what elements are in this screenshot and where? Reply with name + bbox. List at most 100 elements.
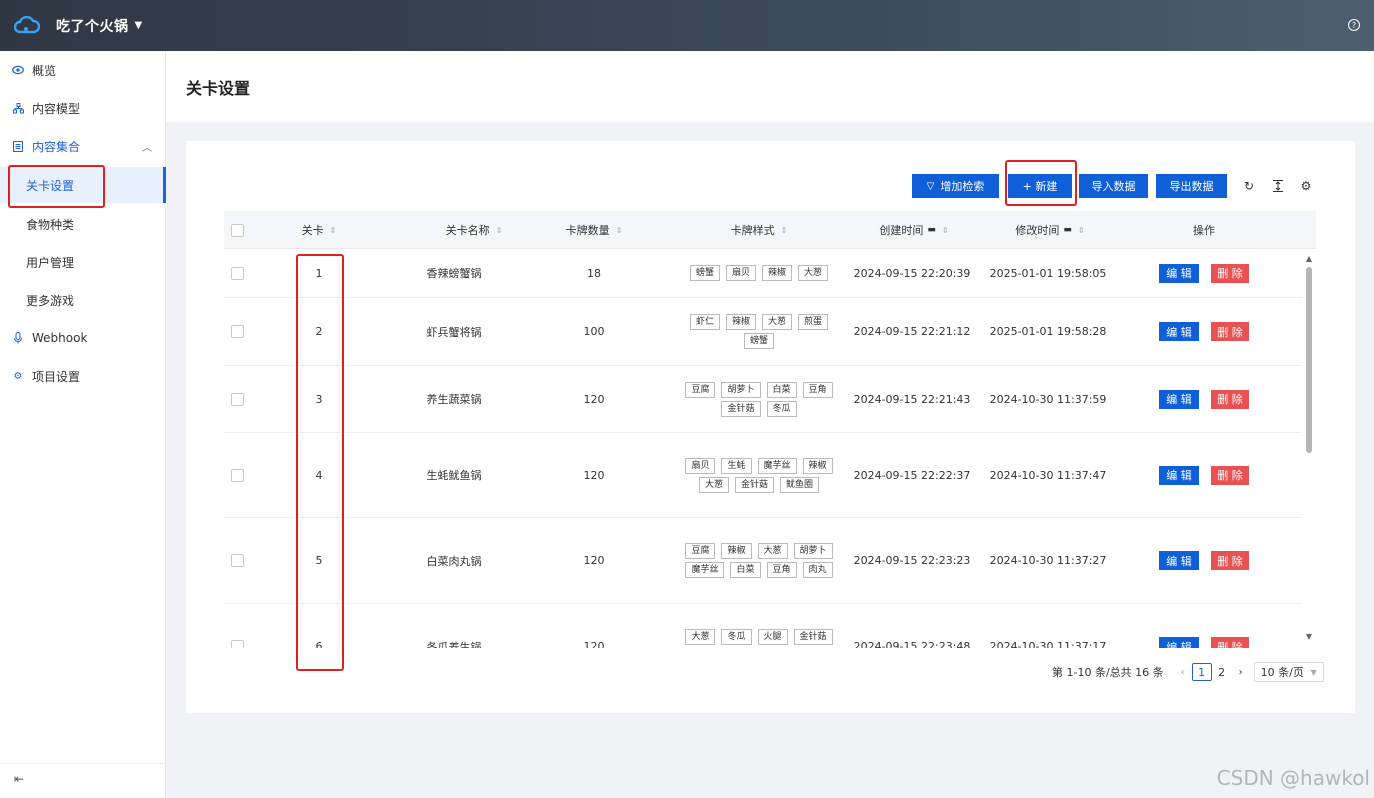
caret-down-icon[interactable]: ▼ [135,20,143,31]
column-header-created[interactable]: 创建时间 ▬ ⇕ [844,211,984,249]
card-style-cell: 螃蟹 扇贝 辣椒 大葱 [669,249,849,297]
row-checkbox[interactable] [230,640,244,648]
level-name-cell: 虾兵蟹将锅 [426,325,482,339]
modified-time-cell: 2024-10-30 11:37:17 [989,640,1107,648]
settings-icon[interactable]: ⚙ [1299,179,1313,193]
column-header-modified[interactable]: 修改时间 ▬ ⇕ [980,211,1120,249]
delete-button[interactable]: 删 除 [1211,637,1249,648]
edit-button[interactable]: 编 辑 [1159,389,1199,409]
card-style-tag: 豆腐 [685,381,716,398]
row-checkbox[interactable] [230,325,244,338]
column-header-card-style[interactable]: 卡牌样式 ⇕ [669,211,849,249]
eye-icon [12,64,24,76]
header-label: 卡牌数量 [565,224,610,237]
card-style-tag: 豆腐 [685,543,716,559]
project-name[interactable]: 吃了个火锅 [56,16,129,36]
chevron-up-icon[interactable]: ︿ [142,139,152,154]
card-style-tag: 鱿鱼圈 [780,476,820,493]
help-icon[interactable]: ? [1348,19,1360,31]
created-time-cell: 2024-09-15 22:21:43 [853,392,971,406]
edit-button[interactable]: 编 辑 [1159,263,1199,283]
column-height-icon[interactable] [1271,179,1285,193]
top-bar: 吃了个火锅 ▼ ? [0,0,1374,51]
sort-icon[interactable]: ⇕ [781,226,788,235]
tag-list: 扇贝 生蚝 魔芋丝 辣椒 大葱 金针菇 鱿鱼圈 [684,457,834,493]
add-filter-label: 增加检索 [940,180,985,193]
page-1[interactable]: 1 [1191,663,1212,681]
mic-icon [12,332,24,344]
sidebar-item-label: Webhook [32,331,88,345]
modified-time-cell: 2025-01-01 19:58:28 [989,325,1107,338]
delete-button[interactable]: 删 除 [1211,389,1249,409]
refresh-icon[interactable]: ↻ [1242,179,1256,193]
card-style-tag: 魔芋丝 [685,562,725,578]
row-checkbox[interactable] [230,392,244,406]
sidebar-item-project-settings[interactable]: ⚙ 项目设置 [0,357,166,395]
sidebar-item-overview[interactable]: 概览 [0,51,166,89]
row-select-cell [224,249,250,297]
sidebar-item-user-management[interactable]: 用户管理 [0,243,166,281]
delete-button[interactable]: 删 除 [1211,322,1249,341]
sort-icon[interactable]: ⇕ [330,226,337,235]
column-header-level[interactable]: 关卡 ⇕ [264,211,374,249]
level-name-cell: 冬瓜养生锅 [426,640,482,649]
tag-list: 螃蟹 扇贝 辣椒 大葱 [684,265,834,281]
table-header: 关卡 ⇕ 关卡名称 ⇕ 卡牌数量 ⇕ 卡牌样式 ⇕ 创建时间 ▬ ⇕ 修改时间 ▬ ⇕ [224,211,1316,249]
card-style-tag: 扇贝 [725,265,756,281]
card-count-cell: 120 [583,640,605,648]
row-checkbox[interactable] [230,266,244,280]
sidebar-item-content-model[interactable]: 内容模型 [0,89,166,127]
add-filter-button[interactable]: ▽ 增加检索 [912,174,999,198]
edit-button[interactable]: 编 辑 [1159,465,1199,485]
cloud-logo-icon[interactable] [14,15,40,37]
row-select-cell [224,298,250,365]
row-select-cell [224,604,250,648]
column-header-card-count[interactable]: 卡牌数量 ⇕ [534,211,654,249]
scroll-down-icon[interactable]: ▼ [1304,631,1314,641]
page-size-select[interactable]: 10 条/页 ▼ [1253,662,1324,682]
sidebar-item-food-types[interactable]: 食物种类 [0,205,166,243]
row-select-cell [224,366,250,432]
card-style-tag: 生蚝 [721,457,752,474]
sort-icon[interactable]: ⇕ [942,226,949,235]
card-style-tag: 辣椒 [762,265,793,281]
card-style-cell: 豆腐 胡萝卜 白菜 豆角 金针菇 冬瓜 [669,366,849,432]
row-checkbox[interactable] [230,554,244,567]
page-2[interactable]: 2 [1212,663,1232,681]
sidebar-item-webhook[interactable]: Webhook [0,319,166,357]
table-scrollbar[interactable]: ▲ ▼ [1304,253,1314,641]
delete-button[interactable]: 删 除 [1211,465,1249,485]
pagination-summary: 第 1-10 条/总共 16 条 [1052,666,1164,679]
prev-page-icon[interactable]: ‹ [1174,667,1192,678]
import-data-button[interactable]: 导入数据 [1079,174,1148,198]
sort-icon[interactable]: ⇕ [1078,226,1085,235]
sidebar-item-content-collections[interactable]: 内容集合 ︿ [0,127,166,165]
card-style-cell: 虾仁 辣椒 大葱 煎蛋 螃蟹 [669,298,849,365]
edit-button[interactable]: 编 辑 [1159,637,1199,648]
scroll-up-icon[interactable]: ▲ [1304,253,1314,263]
sort-icon[interactable]: ⇕ [616,226,623,235]
sidebar-item-label: 内容模型 [32,101,81,116]
edit-button[interactable]: 编 辑 [1159,322,1199,341]
header-label: 修改时间 [1015,224,1060,237]
sort-icon[interactable]: ⇕ [496,226,503,235]
edit-button[interactable]: 编 辑 [1159,551,1199,570]
sidebar-divider [0,763,166,764]
delete-button[interactable]: 删 除 [1211,263,1249,283]
export-data-button[interactable]: 导出数据 [1156,174,1227,198]
chevron-down-icon: ▼ [1310,667,1317,677]
scrollbar-thumb[interactable] [1306,267,1312,453]
next-page-icon[interactable]: › [1232,667,1250,678]
collapse-menu-icon[interactable]: ⇤ [14,772,24,786]
sidebar-item-more-games[interactable]: 更多游戏 [0,281,166,319]
actions-cell: 编 辑删 除 [1139,366,1269,432]
column-header-level-name[interactable]: 关卡名称 ⇕ [394,211,554,249]
select-all-checkbox[interactable] [230,223,244,237]
sidebar-item-label: 内容集合 [32,139,81,154]
row-checkbox[interactable] [230,468,244,482]
card-count-cell: 18 [587,266,601,280]
tag-list: 豆腐 胡萝卜 白菜 豆角 金针菇 冬瓜 [684,381,834,417]
sidebar-item-label: 用户管理 [26,255,75,270]
delete-button[interactable]: 删 除 [1211,551,1249,570]
level-name-cell: 生蚝鱿鱼锅 [426,469,482,482]
